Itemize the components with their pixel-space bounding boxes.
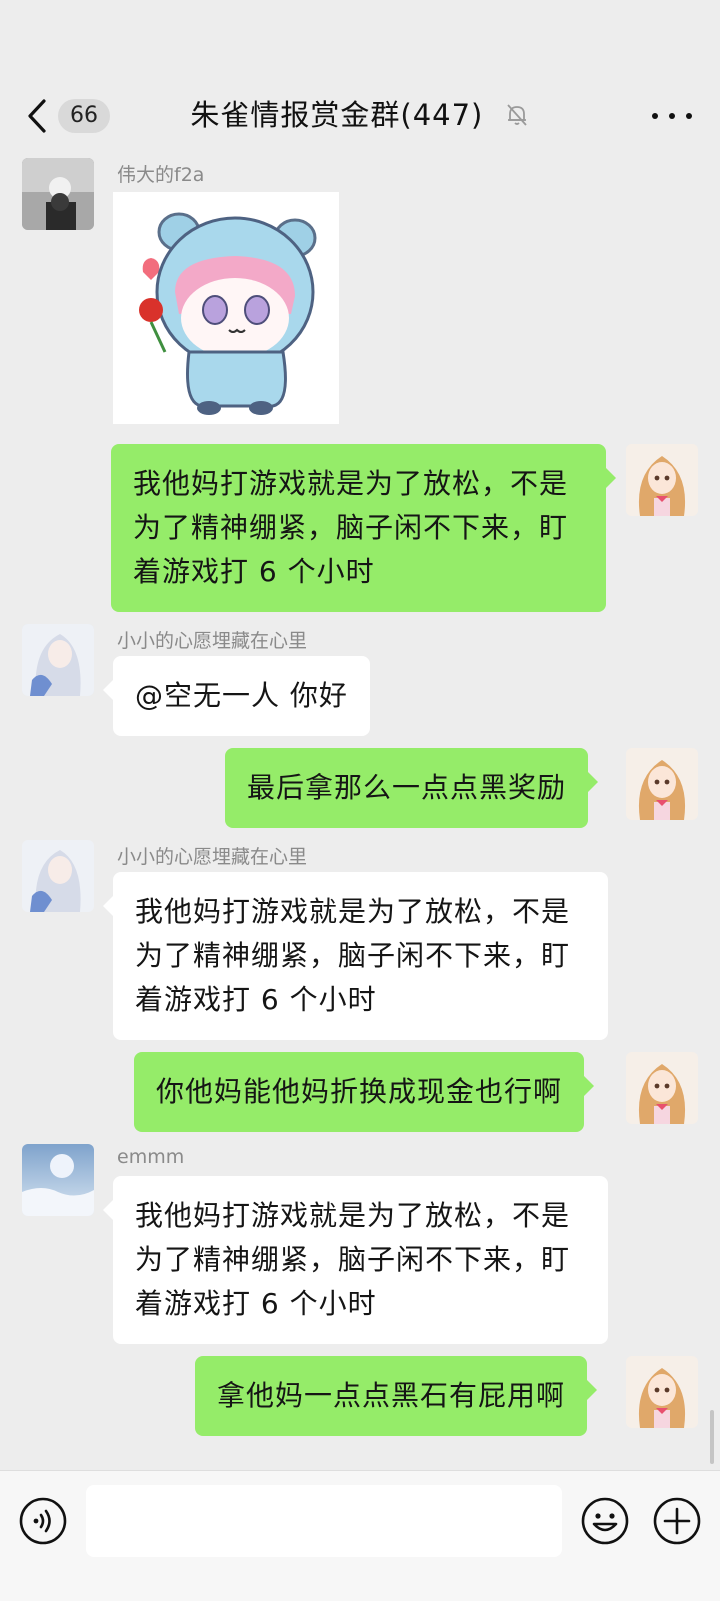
message-bubble[interactable]: 我他妈打游戏就是为了放松，不是为了精神绷紧，脑子闲不下来，盯着游戏打 6 个小时 xyxy=(111,444,616,612)
bell-off-icon xyxy=(506,104,527,126)
status-bar xyxy=(0,0,720,76)
message-bubble[interactable]: 我他妈打游戏就是为了放松，不是为了精神绷紧，脑子闲不下来，盯着游戏打 6 个小时 xyxy=(103,1176,608,1344)
avatar[interactable] xyxy=(22,1144,94,1216)
scrollbar[interactable] xyxy=(710,1410,714,1464)
sender-name: 伟大的f2a xyxy=(117,164,205,186)
message-bubble[interactable]: 你他妈能他妈折换成现金也行啊 xyxy=(134,1052,595,1132)
more-functions-button[interactable] xyxy=(652,1496,702,1546)
sender-name: 小小的心愿埋藏在心里 xyxy=(117,630,308,652)
input-bar xyxy=(0,1470,720,1601)
chat-title: 朱雀情报赏金群(447) xyxy=(190,98,484,132)
message-bubble[interactable]: 拿他妈一点点黑石有屁用啊 xyxy=(195,1356,598,1436)
emoji-button[interactable] xyxy=(580,1496,630,1546)
sticker-image[interactable] xyxy=(113,192,339,424)
chat-header: 66 朱雀情报赏金群(447) xyxy=(0,76,720,154)
my-avatar[interactable] xyxy=(626,1052,698,1124)
avatar[interactable] xyxy=(22,840,94,912)
my-avatar[interactable] xyxy=(626,1356,698,1428)
emoji-icon xyxy=(581,1497,629,1545)
sender-name: emmm xyxy=(117,1146,185,1168)
message-bubble[interactable]: 我他妈打游戏就是为了放松，不是为了精神绷紧，脑子闲不下来，盯着游戏打 6 个小时 xyxy=(103,872,608,1040)
message-input[interactable] xyxy=(86,1485,562,1557)
chat-title-area: 朱雀情报赏金群(447) xyxy=(0,92,720,134)
more-options-button[interactable] xyxy=(652,96,692,136)
plus-icon xyxy=(653,1497,701,1545)
message-bubble[interactable]: @空无一人 你好 xyxy=(103,656,370,736)
message-bubble[interactable]: 最后拿那么一点点黑奖励 xyxy=(225,748,599,828)
sender-name: 小小的心愿埋藏在心里 xyxy=(117,846,308,868)
avatar[interactable] xyxy=(22,624,94,696)
avatar[interactable] xyxy=(22,158,94,230)
my-avatar[interactable] xyxy=(626,748,698,820)
message-list[interactable]: 伟大的f2a 我他妈打游戏就是为了放松，不是为了精神绷紧，脑子闲不下来，盯着游戏… xyxy=(0,154,720,1470)
voice-icon xyxy=(19,1497,67,1545)
my-avatar[interactable] xyxy=(626,444,698,516)
voice-button[interactable] xyxy=(18,1496,68,1546)
more-dots-icon xyxy=(652,113,658,119)
